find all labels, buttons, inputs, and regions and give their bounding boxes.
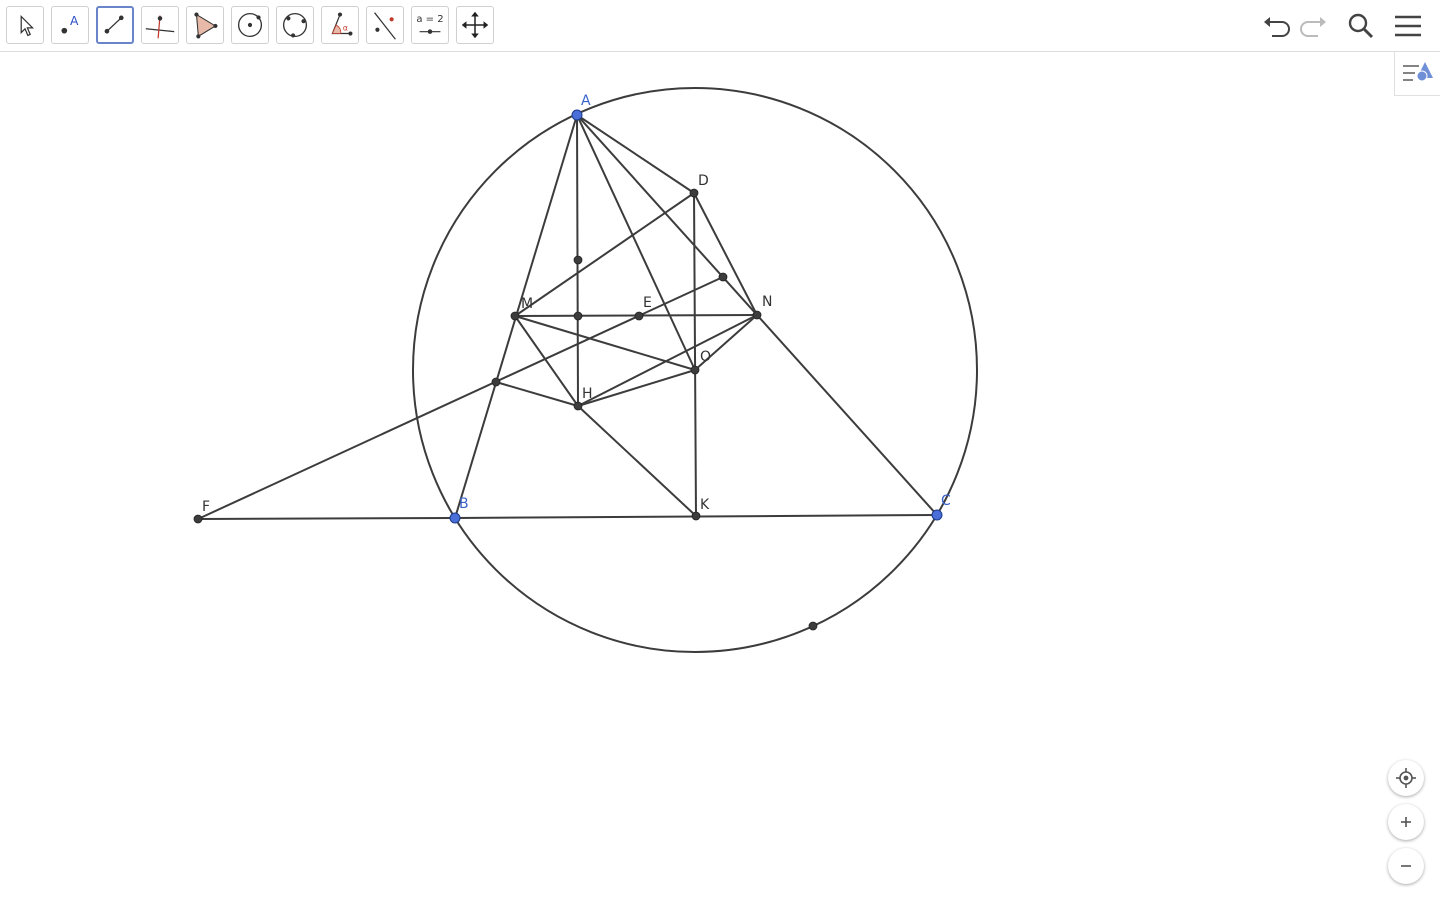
- point-label-k: K: [700, 497, 710, 513]
- menu-icon: [1395, 15, 1421, 37]
- segment-q4-h[interactable]: [495, 381, 579, 407]
- point-f[interactable]: [193, 514, 203, 524]
- point-q2[interactable]: [573, 311, 583, 321]
- graphics-view[interactable]: A B C D E F H K M N O: [0, 53, 1440, 900]
- polygon-icon: [194, 12, 218, 39]
- point-a[interactable]: [571, 109, 583, 121]
- point-e[interactable]: [634, 311, 644, 321]
- point-label-n: N: [762, 294, 772, 310]
- segment-f-q3[interactable]: [197, 276, 724, 520]
- search-button[interactable]: [1342, 8, 1378, 44]
- segment-tool[interactable]: [96, 6, 134, 44]
- angle-icon: α: [331, 12, 353, 36]
- menu-button[interactable]: [1390, 8, 1426, 44]
- segment-f-b[interactable]: [197, 517, 456, 520]
- point-q3[interactable]: [718, 272, 728, 282]
- svg-text:α: α: [343, 24, 348, 33]
- point-label-e: E: [643, 295, 652, 311]
- circle-three-points-tool[interactable]: [276, 6, 314, 44]
- segment-m-d[interactable]: [514, 192, 695, 317]
- segment-m-o[interactable]: [514, 315, 696, 371]
- segment-d-k[interactable]: [693, 192, 697, 517]
- point-label-a: A: [581, 93, 591, 109]
- point-label-d: D: [698, 173, 709, 189]
- point-d[interactable]: [689, 188, 699, 198]
- move-tool[interactable]: [6, 6, 44, 44]
- search-icon: [1348, 13, 1374, 39]
- undo-icon: [1264, 17, 1290, 37]
- point-q4[interactable]: [491, 377, 501, 387]
- point-label-m: M: [521, 296, 533, 312]
- point-b[interactable]: [449, 512, 461, 524]
- slider-tool[interactable]: a = 2: [411, 6, 449, 44]
- point-m[interactable]: [510, 311, 520, 321]
- zoom-in-button[interactable]: [1388, 804, 1424, 840]
- zoom-in-icon: [1401, 817, 1411, 827]
- point-k[interactable]: [691, 511, 701, 521]
- segment-m-h[interactable]: [514, 315, 579, 407]
- zoom-out-icon: [1401, 865, 1411, 867]
- point-c[interactable]: [931, 509, 943, 521]
- svg-text:A: A: [70, 14, 79, 28]
- reflect-tool[interactable]: [366, 6, 404, 44]
- redo-icon: [1300, 17, 1326, 37]
- polygon-tool[interactable]: [186, 6, 224, 44]
- angle-tool[interactable]: α: [321, 6, 359, 44]
- redo-button[interactable]: [1296, 8, 1332, 44]
- circle-tool[interactable]: [231, 6, 269, 44]
- point-icon: A: [61, 14, 79, 34]
- segment-h-k[interactable]: [577, 405, 697, 517]
- point-q5[interactable]: [808, 621, 818, 631]
- point-h[interactable]: [573, 401, 583, 411]
- arrow-cursor-icon: [20, 14, 35, 37]
- perpendicular-icon: [145, 15, 175, 39]
- perpendicular-tool[interactable]: [141, 6, 179, 44]
- point-label-h: H: [582, 386, 593, 402]
- point-o[interactable]: [690, 365, 700, 375]
- move-view-icon: [461, 11, 489, 39]
- point-label-b: B: [459, 496, 469, 512]
- point-label-c: C: [941, 493, 951, 509]
- construction-points: [193, 109, 943, 631]
- point-q1[interactable]: [573, 255, 583, 265]
- segment-h-n[interactable]: [577, 314, 758, 407]
- segment-icon: [104, 15, 124, 34]
- point-n[interactable]: [752, 310, 762, 320]
- standard-view-icon: [1396, 768, 1416, 788]
- segment-d-n[interactable]: [693, 192, 758, 316]
- construction-lines: [197, 87, 978, 653]
- circle-icon: [237, 12, 263, 38]
- zoom-out-button[interactable]: [1388, 848, 1424, 884]
- toolbar: A α a = 2: [0, 0, 1440, 52]
- point-label-o: O: [700, 349, 711, 365]
- point-tool[interactable]: A: [51, 6, 89, 44]
- reflect-icon: [374, 12, 396, 40]
- slider-icon: [419, 29, 441, 34]
- undo-button[interactable]: [1258, 8, 1294, 44]
- point-label-f: F: [202, 499, 210, 515]
- circle-three-points-icon: [282, 12, 308, 38]
- standard-view-button[interactable]: [1388, 760, 1424, 796]
- move-view-tool[interactable]: [456, 6, 494, 44]
